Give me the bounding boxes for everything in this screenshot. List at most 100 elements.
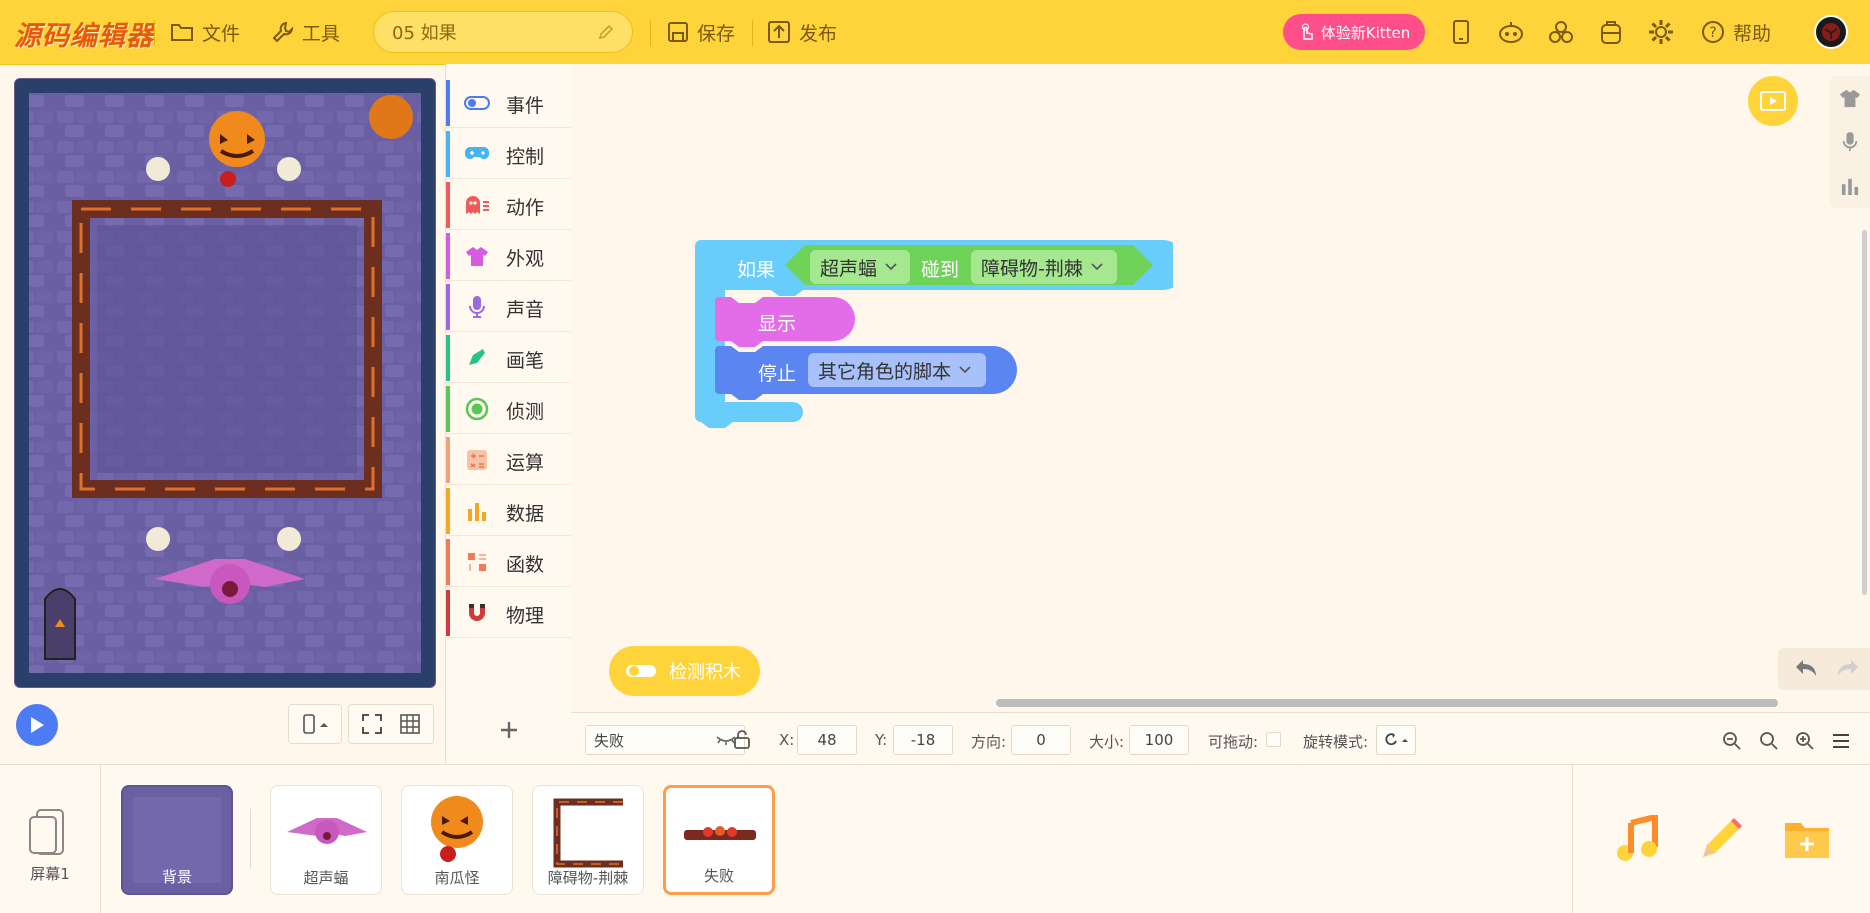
category-label: 数据 — [506, 503, 545, 525]
publish-button[interactable]: 发布 — [767, 18, 837, 46]
sprite-name: 障碍物-荆棘 — [547, 869, 629, 887]
save-button[interactable]: 保存 — [667, 18, 735, 46]
redo-icon[interactable] — [1836, 658, 1860, 678]
sprite-name-field[interactable]: 失败 — [585, 725, 745, 755]
sprite-card-fail[interactable]: 失败 — [663, 785, 775, 895]
wrench-icon — [272, 21, 294, 43]
stage-controls — [14, 704, 434, 746]
costume-shirt-icon[interactable] — [1836, 84, 1864, 112]
pumpkin-thumbnail — [431, 796, 483, 862]
y-input[interactable]: -18 — [893, 725, 953, 755]
microphone-icon — [464, 295, 490, 319]
sprite-card-bat[interactable]: 超声蝠 — [270, 785, 382, 895]
data-bar-chart-icon[interactable] — [1836, 172, 1864, 200]
sound-microphone-icon[interactable] — [1836, 128, 1864, 156]
phone-screen-icon — [29, 809, 64, 855]
sprite-card-obstacle[interactable]: 障碍物-荆棘 — [532, 785, 644, 895]
category-motion[interactable]: 动作 — [446, 180, 571, 230]
pencil-icon — [598, 24, 614, 40]
file-menu[interactable]: 文件 — [170, 18, 240, 46]
category-color-bar — [446, 335, 450, 381]
calculator-icon — [464, 448, 490, 472]
bar-chart-icon — [464, 499, 490, 523]
draggable-checkbox[interactable] — [1266, 732, 1281, 747]
grid-icon[interactable] — [399, 713, 421, 735]
fullscreen-icon[interactable] — [361, 713, 383, 735]
screen-selector[interactable]: 屏幕1 — [0, 765, 101, 913]
category-color-bar — [446, 80, 450, 126]
add-folder-icon[interactable] — [1783, 815, 1831, 863]
category-label: 控制 — [506, 146, 545, 168]
file-menu-label: 文件 — [202, 22, 241, 45]
category-pen[interactable]: 画笔 — [446, 333, 571, 383]
device-orientation-button[interactable] — [288, 704, 342, 744]
category-data[interactable]: 数据 — [446, 486, 571, 536]
category-label: 声音 — [506, 299, 545, 321]
category-physics[interactable]: 物理 — [446, 588, 571, 638]
x-input[interactable]: 48 — [797, 725, 857, 755]
robot-icon[interactable] — [1497, 18, 1525, 46]
category-sensing[interactable]: 侦测 — [446, 384, 571, 434]
add-extension-button[interactable] — [446, 706, 571, 754]
divider — [650, 20, 651, 46]
bat-thumbnail — [287, 818, 367, 844]
tools-menu[interactable]: 工具 — [272, 18, 340, 46]
stop-target-dropdown[interactable]: 其它角色的脚本 — [808, 353, 986, 387]
rotation-mode-select[interactable] — [1376, 725, 1416, 755]
magnet-icon — [464, 601, 490, 625]
category-events[interactable]: 事件 — [446, 78, 571, 128]
direction-input[interactable]: 0 — [1011, 725, 1071, 755]
try-kitten-button[interactable]: 体验新Kitten — [1283, 14, 1425, 50]
category-looks[interactable]: 外观 — [446, 231, 571, 281]
zoom-in-icon[interactable] — [1791, 727, 1819, 755]
upload-icon — [768, 21, 790, 43]
show-label: 显示 — [758, 313, 797, 335]
direction-label: 方向: — [971, 733, 1007, 751]
rotate-icon — [1385, 733, 1408, 746]
user-avatar[interactable] — [1814, 15, 1848, 49]
video-play-icon — [1760, 91, 1786, 111]
category-functions[interactable]: 函数 — [446, 537, 571, 587]
ghost-icon — [464, 193, 490, 217]
x-label: X: — [779, 731, 795, 749]
category-control[interactable]: 控制 — [446, 129, 571, 179]
category-color-bar — [446, 386, 450, 432]
horizontal-scrollbar[interactable] — [996, 699, 1778, 707]
device-icon[interactable] — [1447, 18, 1475, 46]
size-input[interactable]: 100 — [1129, 725, 1189, 755]
y-label: Y: — [875, 731, 888, 749]
undo-icon[interactable] — [1794, 658, 1818, 678]
target-dropdown[interactable]: 障碍物-荆棘 — [971, 250, 1117, 284]
menu-icon[interactable] — [1827, 727, 1855, 755]
category-operators[interactable]: 运算 — [446, 435, 571, 485]
publish-label: 发布 — [799, 22, 838, 45]
category-label: 物理 — [506, 605, 545, 627]
paint-pencil-icon[interactable] — [1697, 815, 1745, 863]
sprite-name: 超声蝠 — [303, 869, 349, 887]
sprite-card-background[interactable]: 背景 — [121, 785, 233, 895]
extensions-icon[interactable] — [1547, 18, 1575, 46]
category-color-bar — [446, 488, 450, 534]
try-kitten-label: 体验新Kitten — [1320, 23, 1411, 42]
run-button[interactable] — [16, 704, 58, 746]
sprite-name: 失败 — [703, 867, 734, 885]
stage-canvas[interactable] — [14, 78, 436, 688]
sprite-dropdown[interactable]: 超声蝠 — [810, 250, 910, 284]
category-sound[interactable]: 声音 — [446, 282, 571, 332]
zoom-reset-icon[interactable] — [1755, 727, 1783, 755]
stage-preview-button[interactable] — [1748, 76, 1798, 126]
category-color-bar — [446, 284, 450, 330]
backpack-icon[interactable] — [1597, 18, 1625, 46]
lock-icon[interactable] — [733, 729, 751, 749]
project-name-field[interactable]: 05 如果 — [373, 11, 633, 53]
check-blocks-button[interactable]: 检测积木 — [609, 646, 760, 696]
help-button[interactable]: ? 帮助 — [1701, 18, 1771, 46]
sprite-card-pumpkin[interactable]: 南瓜怪 — [401, 785, 513, 895]
help-icon: ? — [1702, 21, 1724, 43]
phone-rotate-icon — [303, 714, 328, 734]
settings-gear-icon[interactable] — [1647, 18, 1675, 46]
vertical-scrollbar[interactable] — [1862, 230, 1867, 595]
music-library-icon[interactable] — [1613, 815, 1661, 863]
zoom-out-icon[interactable] — [1718, 727, 1746, 755]
category-color-bar — [446, 437, 450, 483]
